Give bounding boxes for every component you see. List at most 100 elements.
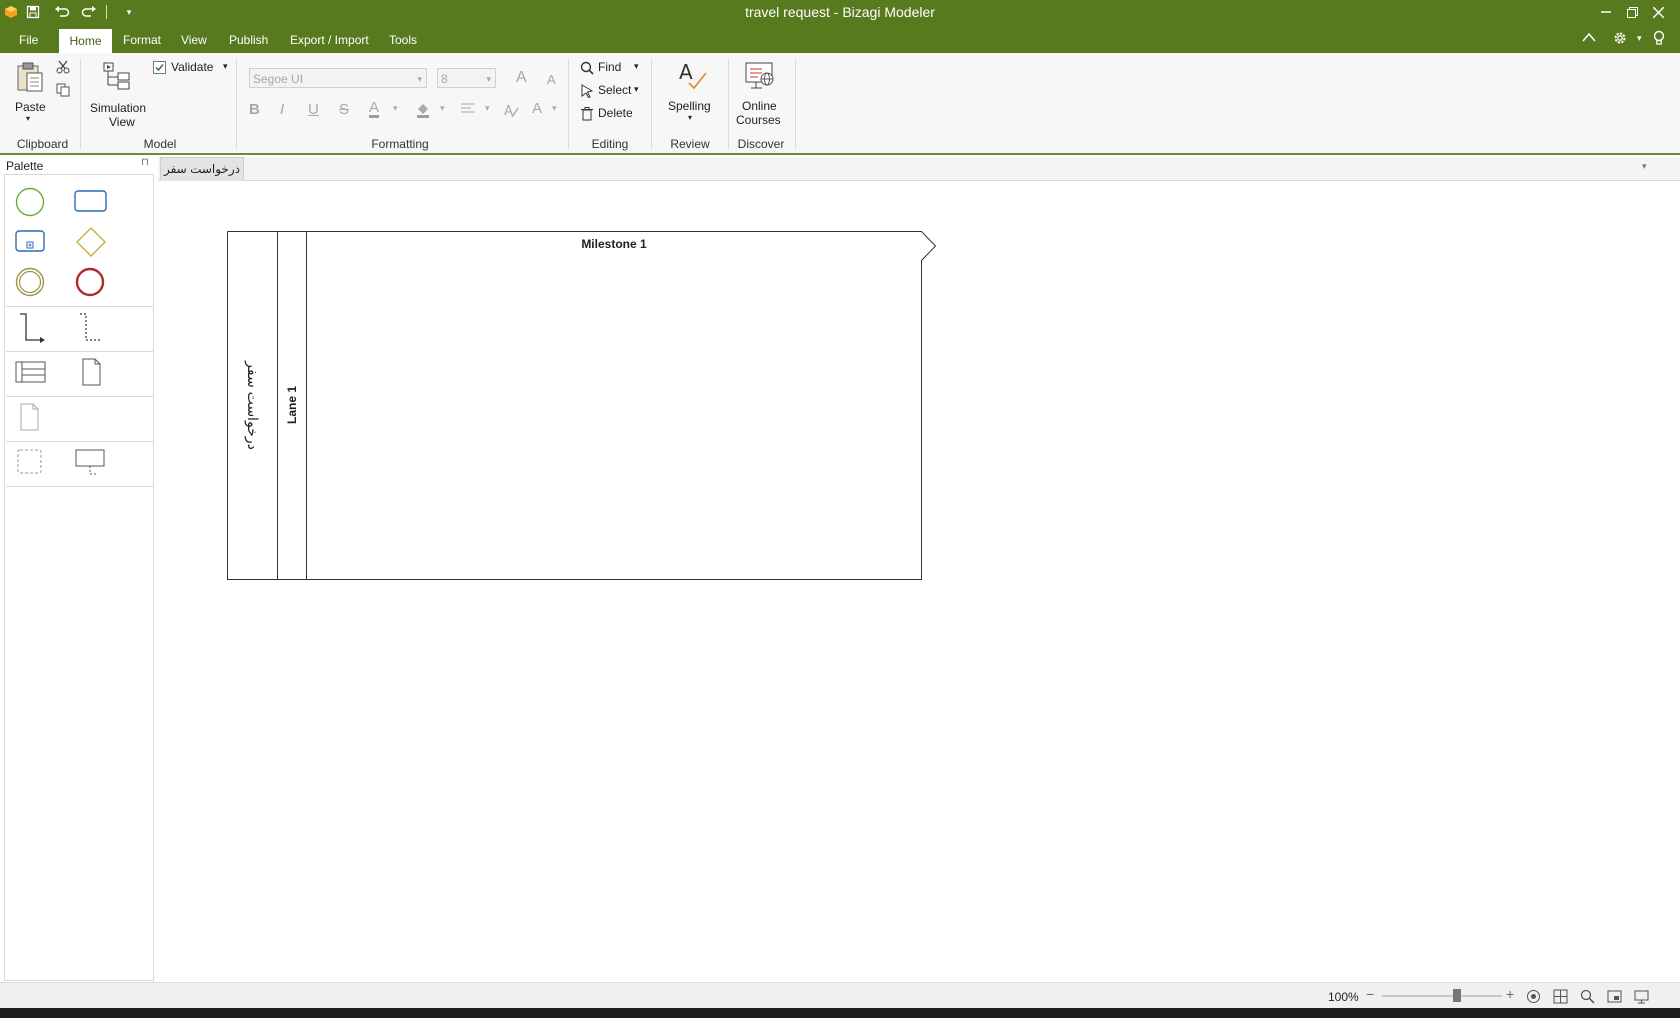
- bold-icon[interactable]: B: [249, 101, 260, 118]
- settings-gear-icon[interactable]: [1612, 30, 1628, 49]
- copy-icon[interactable]: [56, 83, 70, 100]
- shrink-font-icon[interactable]: A: [547, 72, 556, 87]
- sub-process-icon[interactable]: [14, 228, 48, 254]
- spelling-button[interactable]: A Spelling ▾: [664, 57, 722, 129]
- grid-icon[interactable]: [1553, 989, 1568, 1007]
- font-size-combo[interactable]: 8 ▾: [437, 68, 496, 88]
- paste-dropdown-icon: ▾: [26, 114, 31, 123]
- lane-header[interactable]: Lane 1: [278, 231, 306, 579]
- select-label: Select: [598, 83, 632, 97]
- zoom-slider-track[interactable]: [1382, 995, 1502, 997]
- align-dropdown-icon[interactable]: ▾: [485, 103, 490, 114]
- tab-file[interactable]: File: [11, 31, 46, 53]
- italic-icon[interactable]: I: [280, 101, 284, 118]
- tab-tools[interactable]: Tools: [381, 31, 425, 53]
- model-group-label: Model: [143, 137, 177, 151]
- zoom-magnifier-icon[interactable]: [1580, 989, 1595, 1007]
- find-button[interactable]: Find ▾: [578, 59, 642, 77]
- close-button[interactable]: [1645, 0, 1671, 24]
- cut-icon[interactable]: [56, 60, 70, 77]
- svg-text:A: A: [679, 60, 693, 84]
- find-dropdown-icon: ▾: [634, 61, 639, 71]
- window-title: travel request - Bizagi Modeler: [745, 4, 935, 20]
- zoom-in-icon[interactable]: +: [1506, 986, 1514, 1002]
- delete-button[interactable]: Delete: [578, 105, 642, 123]
- font-color-icon[interactable]: A: [369, 100, 380, 118]
- start-event-icon[interactable]: [14, 186, 46, 218]
- tab-list-dropdown-icon[interactable]: ▾: [1642, 161, 1647, 172]
- zoom-out-icon[interactable]: −: [1366, 986, 1374, 1002]
- select-dropdown-icon: ▾: [634, 84, 639, 94]
- validate-label: Validate: [171, 60, 214, 74]
- online-courses-button[interactable]: Online Courses: [734, 57, 786, 129]
- overview-icon[interactable]: [1607, 989, 1622, 1007]
- document-tabstrip: ▾: [158, 157, 1680, 181]
- data-object-icon[interactable]: [80, 357, 104, 387]
- annotation-icon[interactable]: [74, 448, 108, 478]
- sequence-flow-icon[interactable]: [18, 312, 46, 344]
- fill-color-dropdown-icon[interactable]: ▾: [440, 103, 445, 114]
- fit-page-icon[interactable]: [1526, 989, 1541, 1007]
- os-taskbar: [0, 1008, 1680, 1018]
- group-icon[interactable]: [16, 448, 44, 476]
- chevron-down-icon: ▾: [486, 74, 491, 84]
- tab-publish[interactable]: Publish: [221, 31, 276, 53]
- paste-button[interactable]: Paste ▾: [11, 59, 49, 131]
- gateway-icon[interactable]: [75, 226, 107, 258]
- strikethrough-icon[interactable]: S: [339, 101, 349, 118]
- document-tab[interactable]: درخواست سفر: [160, 157, 244, 181]
- zoom-slider-thumb[interactable]: [1452, 989, 1461, 1002]
- select-button[interactable]: Select ▾: [578, 82, 642, 100]
- presentation-icon[interactable]: [1634, 989, 1649, 1007]
- font-family-combo[interactable]: Segoe UI ▾: [249, 68, 427, 88]
- online-courses-icon: [745, 62, 774, 89]
- end-event-icon[interactable]: [74, 266, 106, 298]
- diagram-canvas[interactable]: درخواست سفر Lane 1 Milestone 1: [156, 182, 1680, 982]
- collapse-ribbon-icon[interactable]: [1582, 30, 1596, 46]
- svg-text:A: A: [504, 104, 513, 118]
- tab-view[interactable]: View: [173, 31, 215, 53]
- pool-icon[interactable]: [15, 360, 47, 384]
- title-bar: ▾ travel request - Bizagi Modeler: [0, 0, 1680, 24]
- find-label: Find: [598, 60, 622, 74]
- delete-label: Delete: [598, 106, 633, 120]
- grow-font-icon[interactable]: A: [516, 69, 527, 87]
- clipboard-group-label: Clipboard: [16, 137, 69, 151]
- pool-header[interactable]: درخواست سفر: [227, 231, 277, 579]
- zoom-level: 100%: [1328, 990, 1359, 1004]
- group-separator: [795, 59, 796, 149]
- task-icon[interactable]: [74, 189, 108, 213]
- group-separator: [728, 59, 729, 149]
- status-bar: 100% − +: [0, 982, 1680, 1011]
- lightbulb-icon[interactable]: [1653, 30, 1665, 49]
- palette-section-connectors: [6, 306, 153, 352]
- artifact-icon[interactable]: [18, 402, 42, 432]
- milestone-header[interactable]: Milestone 1: [307, 237, 921, 251]
- tab-format[interactable]: Format: [115, 31, 169, 53]
- settings-dropdown-icon[interactable]: ▾: [1637, 33, 1642, 44]
- discover-group-label: Discover: [737, 137, 785, 151]
- clear-format-icon[interactable]: A: [503, 102, 519, 121]
- simulation-view-label-2: View: [109, 115, 135, 129]
- font-color-dropdown-icon[interactable]: ▾: [393, 103, 398, 114]
- tab-export-import[interactable]: Export / Import: [282, 31, 377, 53]
- association-icon[interactable]: [78, 312, 106, 344]
- fill-color-icon[interactable]: [415, 102, 431, 121]
- align-icon[interactable]: [461, 103, 475, 118]
- pool[interactable]: درخواست سفر Lane 1 Milestone 1: [227, 231, 937, 580]
- intermediate-event-icon[interactable]: [14, 266, 46, 298]
- minimize-button[interactable]: [1593, 0, 1619, 24]
- simulation-view-button[interactable]: Simulation View: [84, 59, 148, 129]
- simulation-view-label-1: Simulation: [90, 101, 147, 115]
- ribbon: Paste ▾ Clipboard Simulation View Valida…: [0, 53, 1680, 155]
- tab-home[interactable]: Home: [59, 29, 112, 53]
- pin-icon[interactable]: ⊓: [141, 157, 149, 168]
- restore-button[interactable]: [1619, 0, 1645, 24]
- underline-icon[interactable]: U: [308, 101, 319, 118]
- review-group-label: Review: [670, 137, 710, 151]
- validate-button[interactable]: Validate ▾: [151, 59, 231, 77]
- group-separator: [651, 59, 652, 149]
- text-color-dropdown-icon[interactable]: ▾: [552, 103, 557, 114]
- spelling-label: Spelling: [668, 99, 711, 113]
- text-color-icon[interactable]: A: [532, 100, 542, 117]
